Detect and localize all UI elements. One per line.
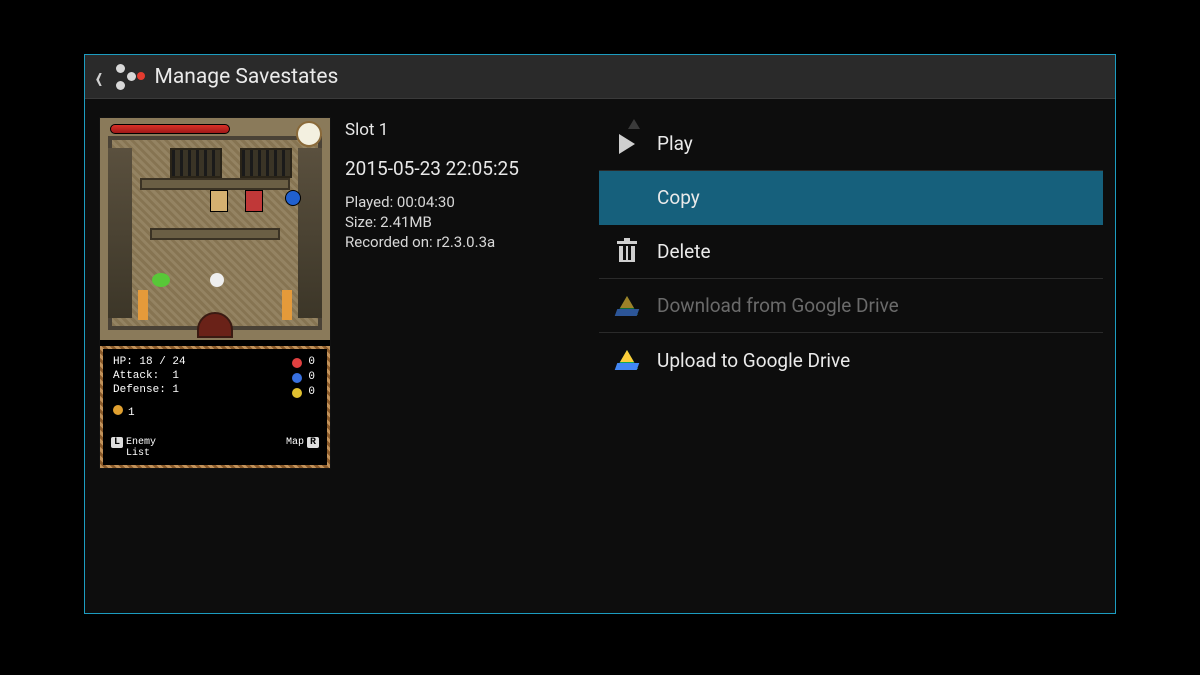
upload-drive-action[interactable]: Upload to Google Drive (599, 333, 1103, 387)
stat-defense: Defense: 1 (113, 384, 179, 396)
google-drive-icon (615, 350, 639, 370)
delete-label: Delete (657, 240, 711, 263)
google-drive-icon (615, 296, 639, 316)
play-label: Play (657, 132, 693, 155)
key-counts: 0 0 0 (292, 355, 315, 400)
map-button: MapR (286, 437, 319, 459)
savestates-dialog: ‹ Manage Savestates (84, 54, 1116, 614)
page-title: Manage Savestates (155, 65, 339, 89)
back-icon[interactable]: ‹ (95, 57, 103, 96)
copy-action[interactable]: Copy (599, 171, 1103, 225)
play-action[interactable]: Play (599, 117, 1103, 171)
trash-icon (615, 241, 639, 262)
savestate-panel: HP: 18 / 24 Attack: 1 Defense: 1 0 0 0 1… (99, 117, 579, 613)
recorded-version: Recorded on: r2.3.0.3a (345, 232, 579, 252)
save-size: Size: 2.41MB (345, 212, 579, 232)
delete-action[interactable]: Delete (599, 225, 1103, 279)
stat-hp: HP: 18 / 24 (113, 356, 186, 368)
copy-label: Copy (657, 186, 700, 209)
download-label: Download from Google Drive (657, 294, 899, 317)
titlebar: ‹ Manage Savestates (85, 55, 1115, 99)
savestate-thumbnail[interactable]: HP: 18 / 24 Attack: 1 Defense: 1 0 0 0 1… (99, 117, 331, 469)
copy-icon (615, 188, 639, 208)
app-logo-icon (113, 61, 145, 93)
savestate-metadata: Slot 1 2015-05-23 22:05:25 Played: 00:04… (345, 117, 579, 613)
slot-label: Slot 1 (345, 119, 579, 142)
content-area: HP: 18 / 24 Attack: 1 Defense: 1 0 0 0 1… (85, 99, 1115, 613)
upload-label: Upload to Google Drive (657, 349, 850, 372)
stat-attack: Attack: 1 (113, 370, 179, 382)
enemy-list-button: LEnemy List (111, 437, 156, 459)
coin-count: 1 (113, 405, 135, 419)
action-list: Play Copy Delete Download from Google Dr… (599, 117, 1103, 613)
played-time: Played: 00:04:30 (345, 192, 579, 212)
save-timestamp: 2015-05-23 22:05:25 (345, 156, 579, 182)
play-icon (615, 134, 639, 154)
download-drive-action[interactable]: Download from Google Drive (599, 279, 1103, 333)
